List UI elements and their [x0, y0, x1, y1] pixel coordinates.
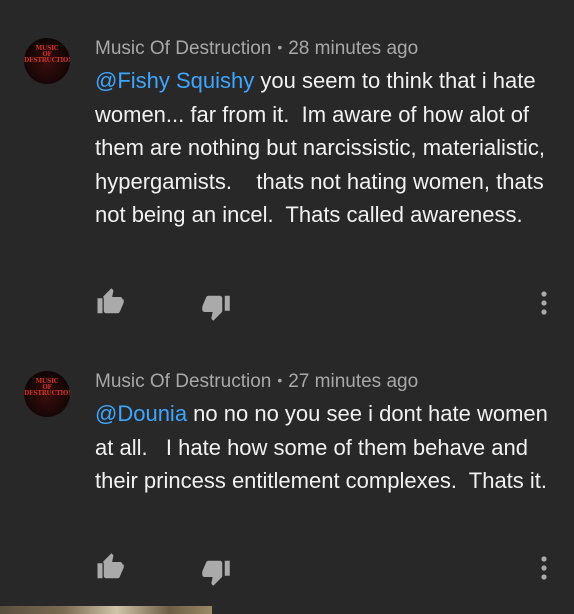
avatar-logo-text: MUSIC OF DESTRUCTION	[24, 378, 70, 397]
dislike-button[interactable]	[201, 557, 231, 587]
mention-link[interactable]: @Dounia	[95, 401, 187, 426]
like-button[interactable]	[95, 552, 125, 582]
comment-text: @Dounia no no no you see i dont hate wom…	[95, 397, 555, 498]
comment-meta: Music Of Destruction • 27 minutes ago	[95, 371, 418, 393]
thumbs-down-icon	[202, 560, 230, 586]
more-vertical-icon	[541, 556, 547, 580]
author-name[interactable]: Music Of Destruction	[95, 371, 271, 392]
comment-time: 27 minutes ago	[288, 371, 419, 392]
comment-2: MUSIC OF DESTRUCTION Music Of Destructio…	[0, 0, 574, 606]
avatar[interactable]: MUSIC OF DESTRUCTION	[24, 371, 70, 417]
thumbs-up-icon	[97, 553, 124, 579]
more-options-button[interactable]	[534, 553, 554, 583]
meta-separator: •	[277, 372, 283, 388]
next-comment-avatar-image[interactable]	[0, 606, 212, 614]
